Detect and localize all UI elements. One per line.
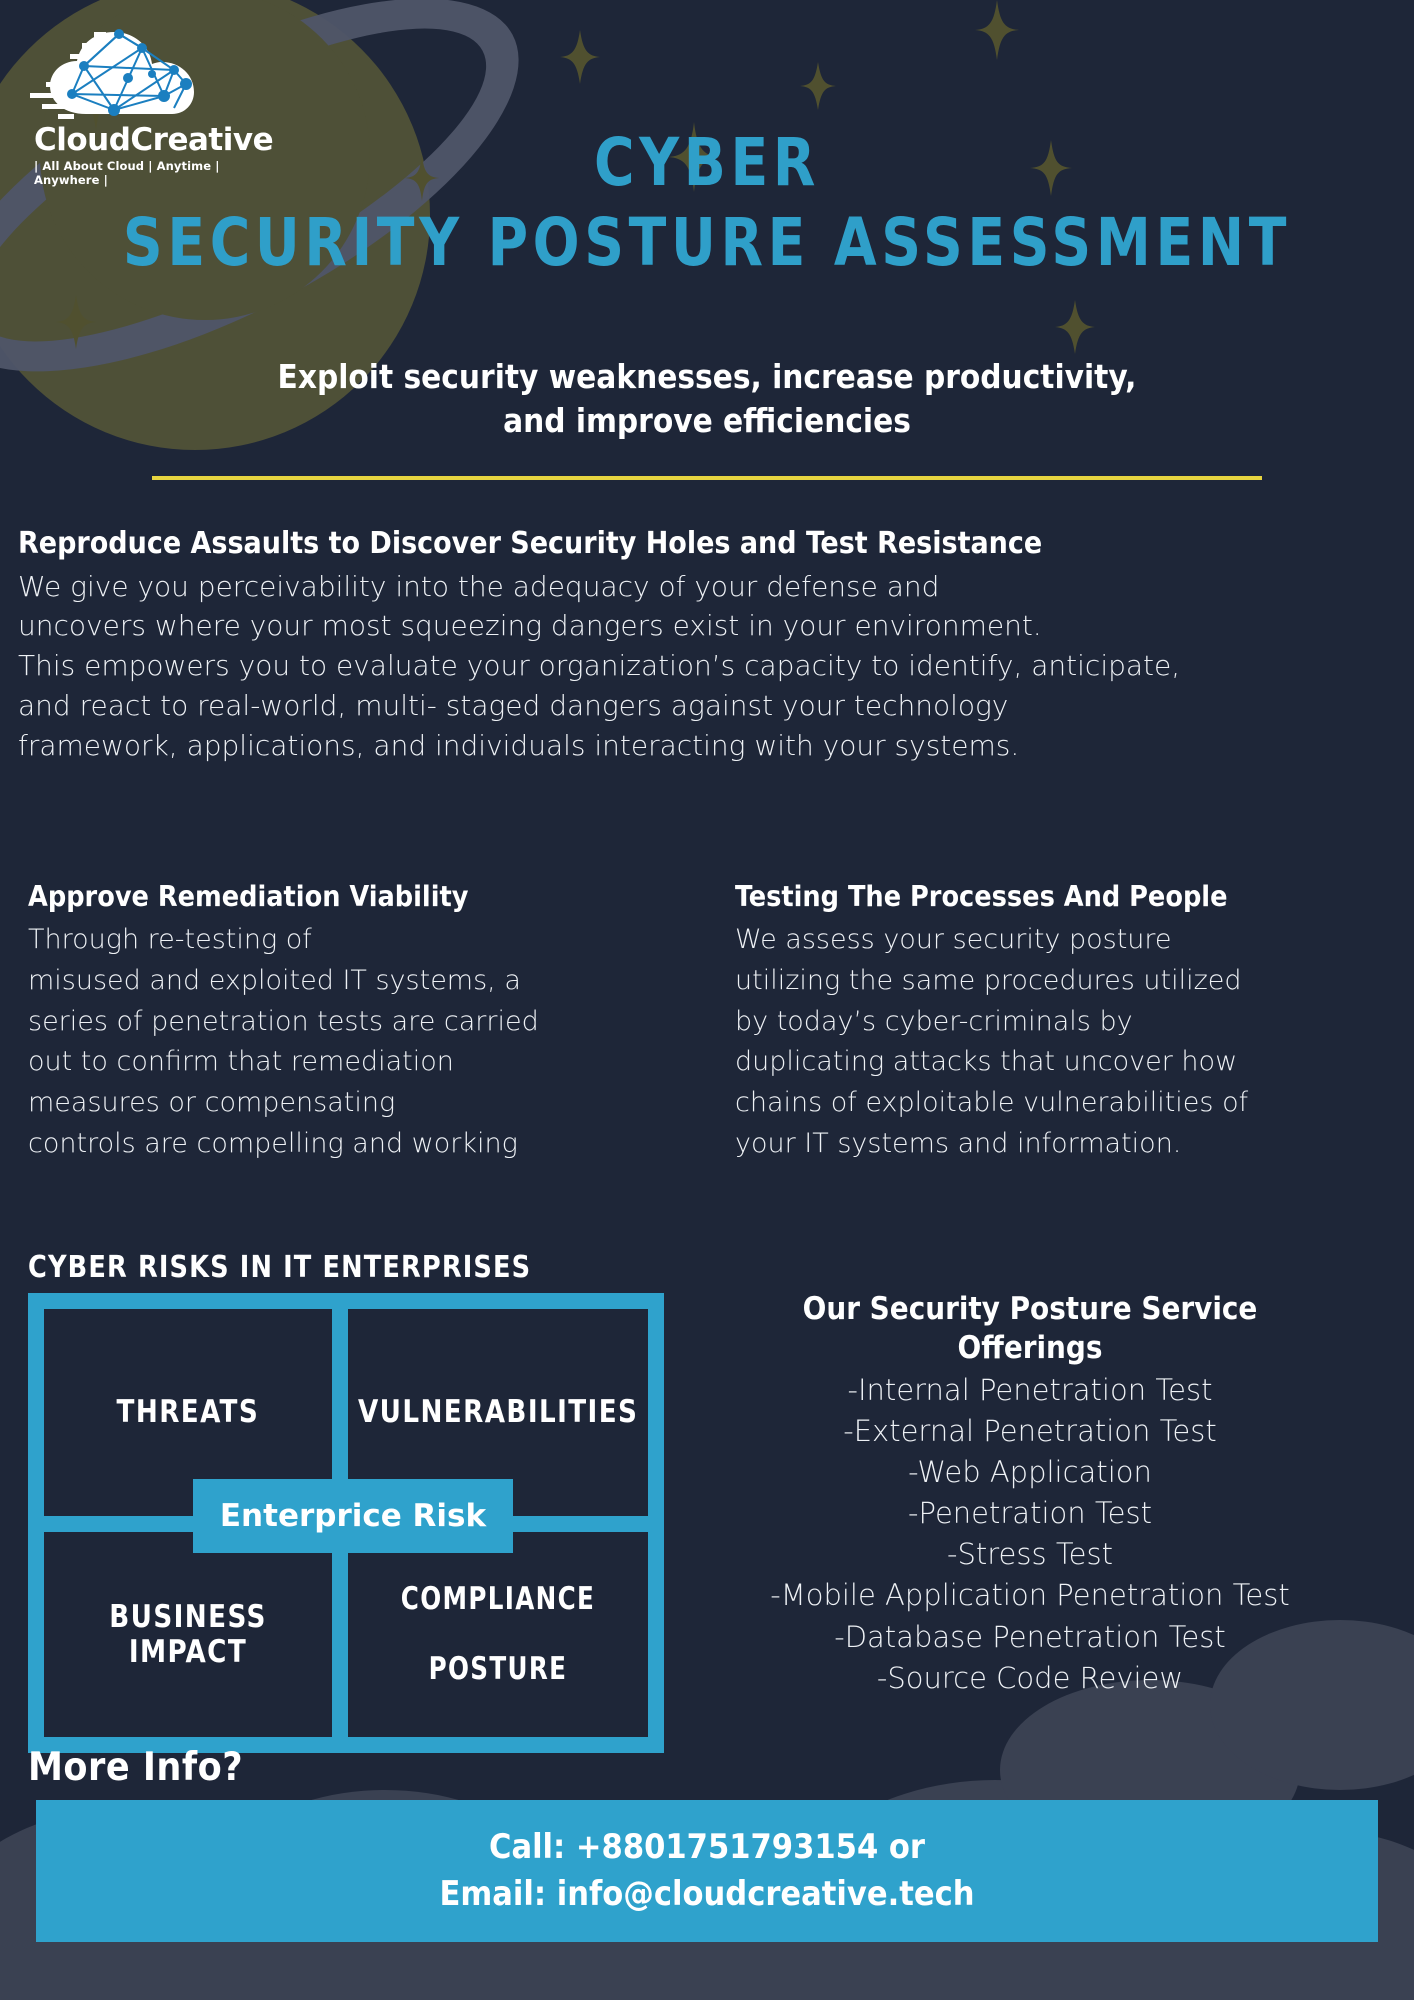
contact-phone[interactable]: Call: +8801751793154 or <box>489 1824 925 1871</box>
sparkle-star-icon <box>975 0 1019 60</box>
column-title: Testing The Processes And People <box>735 880 1228 913</box>
offerings-title-line2: Offerings <box>957 1329 1103 1366</box>
offerings-title: Our Security Posture Service Offerings <box>700 1290 1360 1368</box>
sparkle-star-icon <box>800 62 836 110</box>
column-line: out to confirm that remediation <box>28 1046 454 1078</box>
offering-item: -External Penetration Test <box>843 1413 1217 1448</box>
sparkle-star-icon <box>56 295 96 349</box>
column-line: measures or compensating <box>28 1087 396 1119</box>
offering-item: -Mobile Application Penetration Test <box>770 1578 1290 1613</box>
subheadline: Exploit security weaknesses, increase pr… <box>110 355 1304 442</box>
lead-line: framework, applications, and individuals… <box>18 728 1020 762</box>
lead-line: and react to real-world, multi- staged d… <box>18 688 1009 722</box>
contact-banner[interactable]: Call: +8801751793154 or Email: info@clou… <box>36 1800 1378 1942</box>
lead-line: We give you perceivability into the adeq… <box>18 569 940 603</box>
column-approve-remediation: Approve Remediation Viability Through re… <box>28 880 548 1165</box>
column-line: misused and exploited IT systems, a <box>28 964 521 996</box>
column-body: Through re-testing of misused and exploi… <box>28 920 548 1165</box>
offering-item: -Web Application <box>908 1454 1152 1489</box>
cloud-network-icon <box>30 29 194 119</box>
column-body: We assess your security posture utilizin… <box>735 920 1295 1165</box>
lead-section: Reproduce Assaults to Discover Security … <box>18 525 1396 765</box>
subheadline-line-1: Exploit security weaknesses, increase pr… <box>277 357 1137 396</box>
matrix-cell-label: THREATS <box>116 1394 260 1431</box>
poster-root: CloudCreative | All About Cloud | Anytim… <box>0 0 1414 2000</box>
matrix-cell-compliance-posture: COMPLIANCE POSTURE <box>348 1532 648 1737</box>
lead-line: This empowers you to evaluate your organ… <box>18 649 1181 682</box>
lead-title: Reproduce Assaults to Discover Security … <box>18 526 1043 561</box>
matrix-title: CYBER RISKS IN IT ENTERPRISES <box>28 1250 532 1285</box>
column-line: chains of exploitable vulnerabilities of <box>735 1087 1249 1119</box>
offering-item: -Internal Penetration Test <box>847 1372 1213 1407</box>
lead-line: uncovers where your most squeezing dange… <box>18 609 1042 643</box>
matrix-cell-business-impact: BUSINESS IMPACT <box>44 1532 332 1737</box>
more-info-label: More Info? <box>28 1745 244 1790</box>
offerings-title-line1: Our Security Posture Service <box>802 1291 1258 1327</box>
offering-item: -Penetration Test <box>908 1496 1152 1531</box>
column-testing-processes-people: Testing The Processes And People We asse… <box>735 880 1295 1165</box>
offering-item: -Source Code Review <box>876 1660 1184 1695</box>
service-offerings-section: Our Security Posture Service Offerings -… <box>700 1290 1360 1699</box>
headline-line-1: CYBER <box>593 124 821 201</box>
contact-email[interactable]: Email: info@cloudcreative.tech <box>439 1871 974 1918</box>
offering-item: -Database Penetration Test <box>834 1619 1226 1654</box>
column-line: controls are compelling and working <box>28 1128 518 1160</box>
matrix-cell-label: VULNERABILITIES <box>357 1394 639 1431</box>
column-line: We assess your security posture <box>735 924 1172 956</box>
column-line: utilizing the same procedures utilized <box>735 964 1242 996</box>
offerings-list: -Internal Penetration Test -External Pen… <box>700 1370 1360 1699</box>
cyber-risk-matrix: THREATS VULNERABILITIES BUSINESS IMPACT … <box>28 1293 664 1753</box>
column-line: Through re-testing of <box>28 924 312 956</box>
matrix-cell-label-line1: COMPLIANCE <box>400 1581 596 1618</box>
column-line: series of penetration tests are carried <box>28 1005 539 1037</box>
sparkle-star-icon <box>560 30 600 84</box>
matrix-center-badge: Enterprice Risk <box>193 1479 513 1553</box>
column-line: by today’s cyber-criminals by <box>735 1005 1133 1037</box>
subheadline-line-2: and improve efficiencies <box>503 400 911 440</box>
column-line: duplicating attacks that uncover how <box>735 1046 1238 1078</box>
cyber-risk-matrix-section: CYBER RISKS IN IT ENTERPRISES THREATS VU… <box>28 1250 668 1753</box>
sparkle-star-icon <box>1055 300 1095 354</box>
yellow-divider <box>152 476 1262 480</box>
lead-body: We give you perceivability into the adeq… <box>18 567 1396 766</box>
matrix-cell-label: BUSINESS IMPACT <box>109 1598 267 1670</box>
matrix-cell-label: COMPLIANCE POSTURE <box>395 1582 602 1686</box>
offering-item: -Stress Test <box>947 1537 1113 1572</box>
page-title: CYBER SECURITY POSTURE ASSESSMENT <box>0 130 1414 276</box>
column-title: Approve Remediation Viability <box>28 880 469 913</box>
matrix-cell-label-line2: POSTURE <box>428 1650 568 1687</box>
headline-line-2: SECURITY POSTURE ASSESSMENT <box>122 204 1292 281</box>
column-line: your IT systems and information. <box>735 1128 1182 1160</box>
